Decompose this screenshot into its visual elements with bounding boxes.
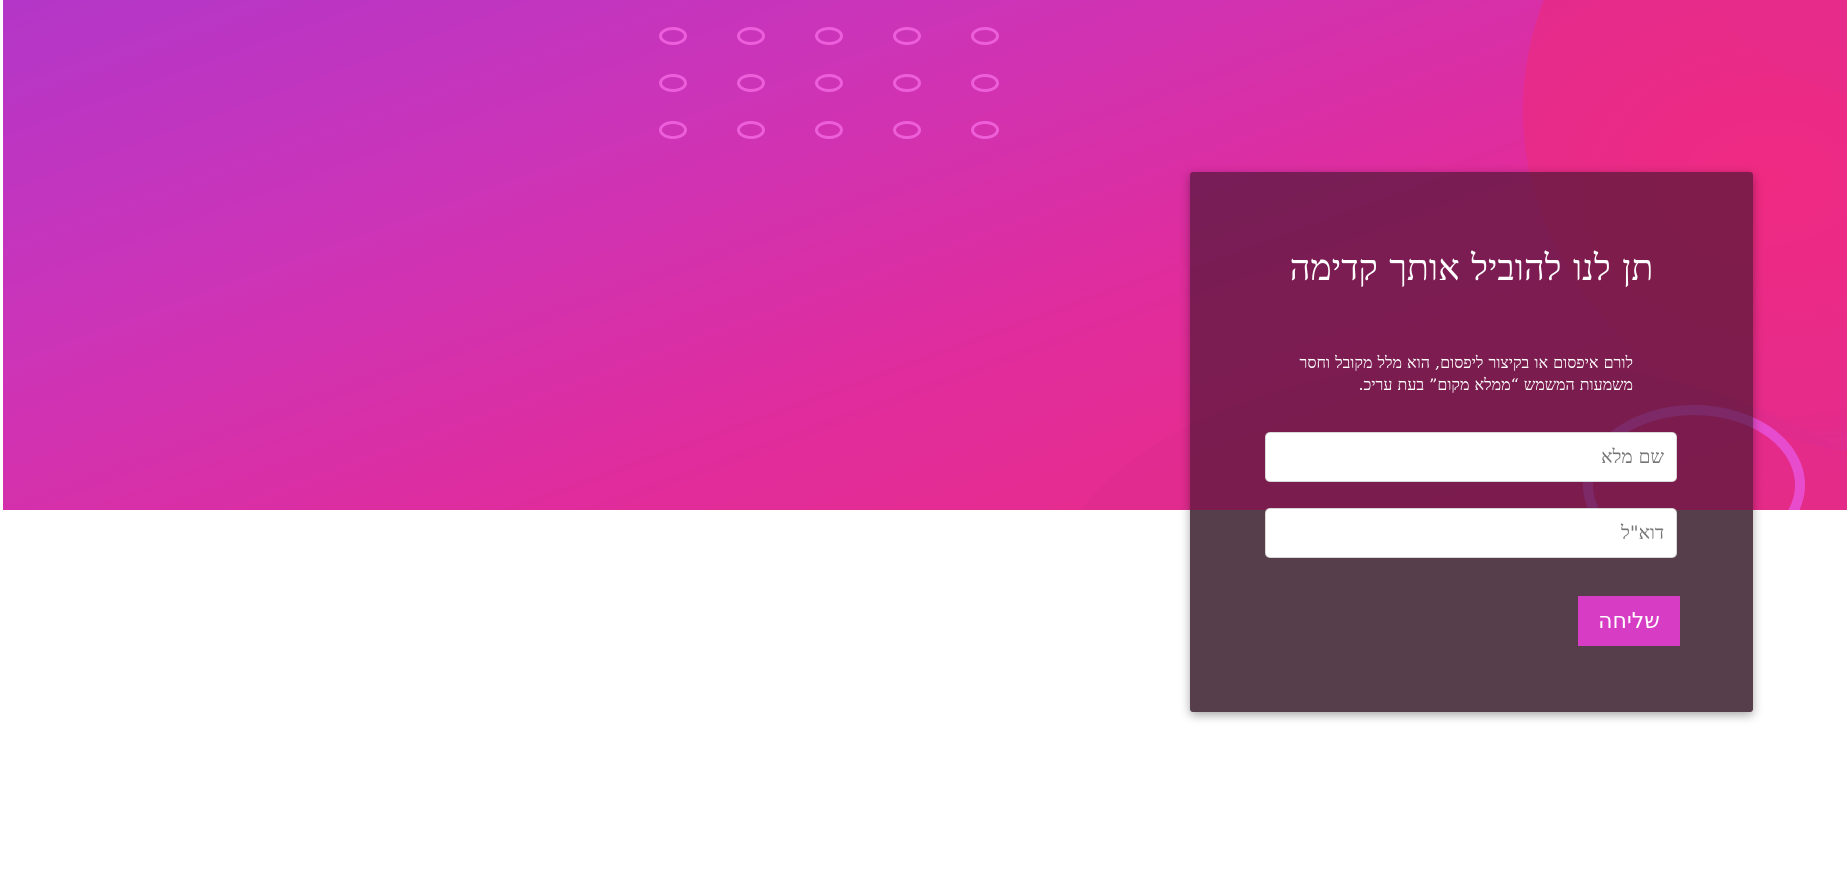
email-input[interactable] <box>1265 508 1677 558</box>
ring-icon <box>971 27 999 45</box>
ring-icon <box>971 121 999 139</box>
ring-icon <box>659 74 687 92</box>
form-title: תן לנו להוביל אותך קדימה <box>1289 248 1654 289</box>
ring-icon <box>737 74 765 92</box>
ring-icon <box>815 27 843 45</box>
ring-icon <box>971 74 999 92</box>
ring-icon <box>893 121 921 139</box>
decorative-dot-grid <box>659 27 1009 152</box>
page: תן לנו להוביל אותך קדימה לורם איפסום או … <box>0 0 1847 871</box>
form-description: לורם איפסום או בקיצור ליפסום, הוא מלל מק… <box>1299 353 1633 394</box>
ring-icon <box>659 121 687 139</box>
ring-icon <box>815 74 843 92</box>
full-name-input[interactable] <box>1265 432 1677 482</box>
ring-icon <box>893 74 921 92</box>
contact-form-card: תן לנו להוביל אותך קדימה לורם איפסום או … <box>1190 172 1753 712</box>
submit-button[interactable]: שליחה <box>1578 596 1680 646</box>
ring-icon <box>815 121 843 139</box>
ring-icon <box>737 121 765 139</box>
ring-icon <box>893 27 921 45</box>
ring-icon <box>659 27 687 45</box>
ring-icon <box>737 27 765 45</box>
